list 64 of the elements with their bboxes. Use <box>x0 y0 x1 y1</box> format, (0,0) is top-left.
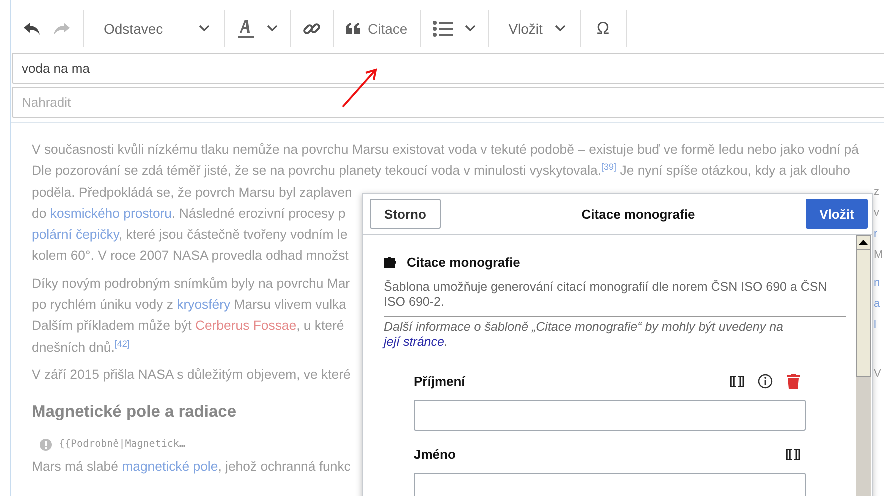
template-page-link[interactable]: její stránce <box>384 335 444 349</box>
caret-icon <box>267 25 278 32</box>
search-field[interactable]: voda na ma <box>12 53 884 84</box>
template-note: Další informace o šabloně „Citace monografie“ by mohly být uvedeny na její stránce. <box>384 320 785 350</box>
replace-field[interactable]: Nahradit <box>12 87 884 118</box>
text-fragment: V <box>874 368 882 380</box>
letter-a-icon <box>237 18 255 38</box>
caret-icon <box>554 25 566 32</box>
link[interactable]: r <box>874 228 878 240</box>
info-icon <box>758 374 773 388</box>
paragraph-line: Dalším příkladem může být Cerberus Fossae, u které <box>32 317 344 336</box>
text-fragment: z <box>874 186 880 198</box>
field-label: Příjmení <box>414 374 466 388</box>
delete-button[interactable] <box>787 374 800 388</box>
text-fragment: M <box>874 249 884 262</box>
template-field[interactable]: {{Podrobně|Magnetick… <box>59 438 186 452</box>
link[interactable]: a <box>874 298 880 310</box>
text-fragment: v <box>874 206 880 219</box>
alert-icon <box>40 439 52 452</box>
link[interactable]: polární čepičky <box>32 227 119 242</box>
special-character-button[interactable]: Ω <box>586 12 620 44</box>
dialog-title: Citace monografie <box>582 206 696 222</box>
paragraph-line: Díky novým podrobným snímkům byly na povrchu Mar <box>32 274 350 293</box>
insert-button[interactable]: Vložit <box>806 199 868 229</box>
link[interactable]: magnetické pole <box>122 459 218 474</box>
paragraph-line: po rychlém úniku vody z kryosféry Marsu vlivem vulka <box>32 296 346 314</box>
bulleted-list-icon <box>432 20 453 36</box>
trash-icon <box>787 374 800 388</box>
paragraph-line: do kosmického prostoru. Následné erozivní procesy p <box>32 204 346 223</box>
paragraph-line: Mars má slabé magnetické pole, jehož ochranná funkc <box>32 458 351 476</box>
redo-arrow-icon <box>53 22 71 36</box>
caret-icon <box>199 25 210 32</box>
link[interactable]: kosmického prostoru <box>50 206 172 221</box>
paragraph-line: V současnosti kvůli nízkému tlaku nemůže na povrchu Marsu existovat voda v tekuté podobě – existuje buď ve formě ledu nebo jako vodní pá <box>32 141 859 159</box>
scrollbar[interactable] <box>856 235 871 496</box>
paragraph-line: kolem 60°. V roce 2007 NASA provedla odhad množst <box>32 247 349 266</box>
template-description: Šablona umožňuje generování citací monografií dle norem ČSN ISO 690 a ČSN ISO 690-2. <box>384 280 846 317</box>
dropdown-button[interactable]: Odstavec <box>98 14 216 42</box>
wikilink-button[interactable]: [[ ]] <box>786 447 800 461</box>
link[interactable]: l <box>874 319 876 332</box>
undo-arrow-icon <box>23 22 41 36</box>
paragraph-line: polární čepičky, které jsou částečně tvořeny vodním le <box>32 226 348 244</box>
info-button[interactable] <box>758 374 773 388</box>
missing-page-link[interactable]: Cerberus Fossae <box>195 318 297 334</box>
paragraph-line: poděla. Předpokládá se, že povrch Marsu byl zaplaven <box>32 184 352 202</box>
cancel-button[interactable]: Storno <box>370 199 441 229</box>
paragraph-line: V září 2015 přišla NASA s důležitým objevem, ve které <box>32 366 351 384</box>
reference-link[interactable]: [39] <box>602 162 617 172</box>
section-heading: Magnetické pole a radiace <box>32 403 237 422</box>
wikilink-button[interactable]: [[ ]] <box>730 374 744 388</box>
dropdown-button[interactable]: Vložit <box>502 14 572 42</box>
quote-icon <box>346 23 360 34</box>
paragraph-line: Dle pozorování se zdá téměř jisté, že se na povrchu planety tekoucí voda v minulosti vyskytovala.$^{[39]}$ Je nyní spíše otázkou, kdy a jak dlouho <box>32 161 850 180</box>
cite-button[interactable]: Citace <box>340 14 414 42</box>
field-label: Jméno <box>414 446 456 462</box>
reference-link[interactable]: [42] <box>114 338 130 349</box>
scroll-up-icon <box>859 240 868 245</box>
caret-icon <box>464 25 476 32</box>
paragraph-line: dnešních dnů.$^{[42]}$ <box>32 338 130 357</box>
text-field[interactable] <box>414 400 806 431</box>
text-field[interactable] <box>414 473 806 496</box>
template-name: Citace monografie <box>407 255 520 270</box>
link[interactable]: n <box>874 276 880 289</box>
link[interactable]: kryosféry <box>177 297 231 312</box>
